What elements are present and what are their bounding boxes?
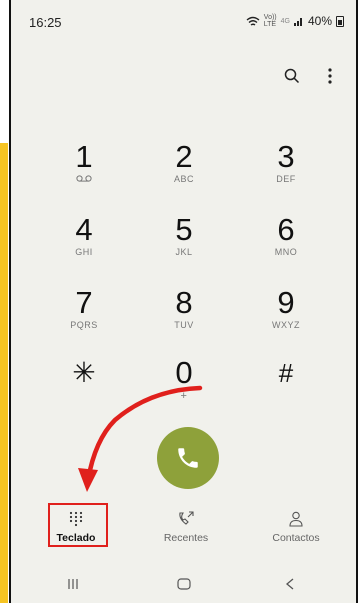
key-6[interactable]: 6 MNO — [241, 213, 331, 269]
key-letters: DEF — [276, 174, 296, 184]
network-type-label: 4G — [280, 17, 290, 25]
key-5[interactable]: 5 JKL — [139, 213, 229, 269]
tab-label: Contactos — [272, 532, 320, 544]
key-0[interactable]: 0 + — [139, 356, 229, 412]
key-digit: 3 — [277, 139, 295, 174]
status-icons: Vo)) LTE 4G 40% — [246, 14, 344, 28]
side-accent-strip — [0, 143, 8, 603]
key-digit: 1 — [75, 139, 93, 174]
person-icon — [289, 511, 303, 527]
key-star[interactable]: ✳ — [39, 356, 129, 412]
key-digit: 9 — [277, 285, 295, 320]
key-2[interactable]: 2 ABC — [139, 140, 229, 196]
key-letters: TUV — [174, 320, 194, 330]
status-bar: 16:25 Vo)) LTE 4G 40% — [11, 0, 356, 40]
more-vert-icon[interactable] — [320, 66, 340, 86]
navigation-bar — [11, 566, 356, 600]
tab-recents[interactable]: Recentes — [141, 510, 231, 544]
tab-label: Recentes — [163, 532, 209, 544]
search-icon[interactable] — [282, 66, 302, 86]
key-1[interactable]: 1 — [39, 140, 129, 196]
key-letters: ABC — [173, 174, 194, 184]
key-9[interactable]: 9 WXYZ — [241, 286, 331, 342]
voicemail-icon — [39, 174, 129, 184]
screenshot-frame: 16:25 Vo)) LTE 4G 40% 1 2 ABC 3 DEF 4 GH… — [0, 0, 358, 603]
key-letters: JKL — [175, 247, 193, 257]
back-icon[interactable] — [275, 574, 305, 594]
phone-screen: 16:25 Vo)) LTE 4G 40% 1 2 ABC 3 DEF 4 GH… — [9, 0, 358, 603]
volte-label: Vo)) — [263, 14, 277, 21]
key-digit: 8 — [175, 285, 193, 320]
key-digit: 2 — [175, 139, 193, 174]
key-digit: 0 — [175, 355, 193, 390]
phone-icon — [178, 448, 198, 468]
wifi-icon — [246, 16, 260, 26]
key-letters: GHI — [75, 247, 93, 257]
recent-calls-icon — [179, 511, 194, 525]
key-digit: 5 — [175, 212, 193, 247]
top-actions — [282, 66, 340, 86]
recent-apps-icon[interactable] — [58, 574, 88, 594]
key-hash[interactable]: # — [241, 356, 331, 412]
key-letters: MNO — [274, 247, 298, 257]
key-letters: WXYZ — [272, 320, 300, 330]
key-digit: 6 — [277, 212, 295, 247]
key-digit: ✳ — [72, 357, 96, 388]
tab-contacts[interactable]: Contactos — [251, 510, 341, 544]
tab-highlight-box — [48, 503, 108, 547]
key-4[interactable]: 4 GHI — [39, 213, 129, 269]
key-letters: PQRS — [70, 320, 98, 330]
home-icon[interactable] — [169, 574, 199, 594]
call-button[interactable] — [157, 427, 219, 489]
battery-icon — [336, 15, 344, 27]
key-digit: 7 — [75, 285, 93, 320]
key-8[interactable]: 8 TUV — [139, 286, 229, 342]
key-letters: + — [180, 390, 188, 402]
signal-icon — [293, 18, 302, 26]
status-time: 16:25 — [29, 15, 62, 30]
key-3[interactable]: 3 DEF — [241, 140, 331, 196]
lte-label: LTE — [263, 21, 277, 28]
key-digit: 4 — [75, 212, 93, 247]
key-7[interactable]: 7 PQRS — [39, 286, 129, 342]
battery-percent: 40% — [307, 14, 332, 28]
key-digit: # — [278, 358, 294, 388]
